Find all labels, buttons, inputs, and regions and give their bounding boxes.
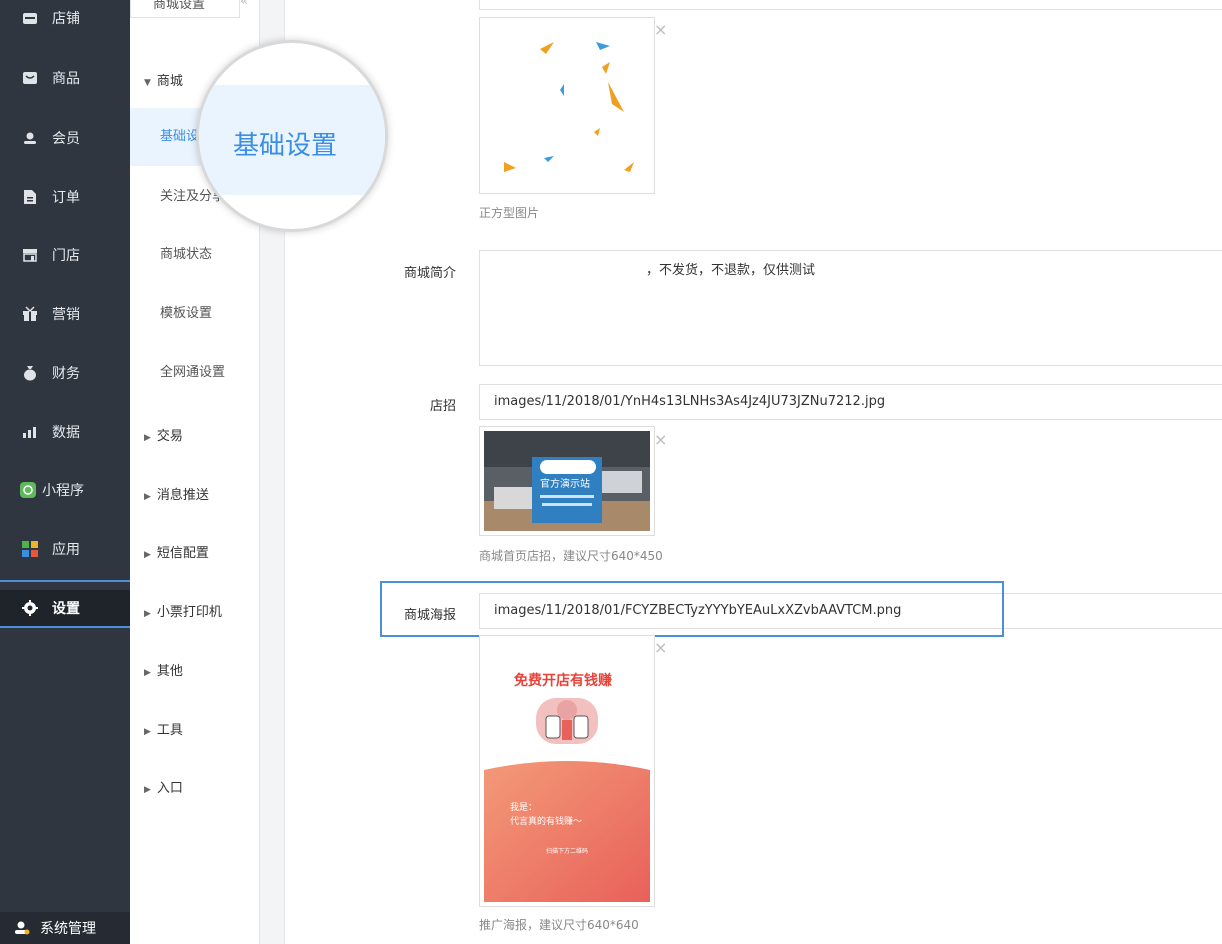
caret-right-icon: ▶ <box>144 785 151 795</box>
poster-text-2: 代言真的有钱赚～ <box>510 817 583 827</box>
nav-item-store[interactable]: 店铺 <box>0 0 130 36</box>
intro-textarea[interactable]: ，不发货，不退款，仅供测试 <box>479 250 1222 366</box>
intro-value: ，不发货，不退款，仅供测试 <box>646 263 816 278</box>
system-manage-label: 系统管理 <box>40 921 96 937</box>
nav-item-miniprogram[interactable]: 小程序 <box>0 472 130 508</box>
logo-hint: 正方型图片 <box>479 206 540 220</box>
nav-label: 数据 <box>52 425 80 441</box>
sign-label: 店招 <box>429 399 456 414</box>
subnav-group-other[interactable]: ▶ 其他 <box>144 660 183 679</box>
gift-icon <box>22 306 38 322</box>
caret-right-icon: ▶ <box>144 433 151 443</box>
order-icon <box>22 189 38 205</box>
nav-item-apps[interactable]: 应用 <box>0 531 130 567</box>
nav-label: 应用 <box>52 542 80 558</box>
nav-item-member[interactable]: 会员 <box>0 120 130 156</box>
poster-thumbnail: 免费开店有钱赚 我是： 代言真的有钱赚～ 扫描下方二维码 <box>479 635 655 907</box>
nav-label: 商品 <box>52 71 80 87</box>
system-manage-button[interactable]: 系统管理 <box>0 912 130 944</box>
poster-text-1: 我是： <box>510 803 538 813</box>
subnav-group-entry[interactable]: ▶ 入口 <box>144 777 183 796</box>
caret-right-icon: ▶ <box>144 727 151 737</box>
nav-label: 门店 <box>52 248 80 264</box>
subnav-item-omni[interactable]: 全网通设置 <box>130 344 259 402</box>
store-icon <box>22 10 38 26</box>
sign-hint: 商城首页店招，建议尺寸640*450 <box>479 549 663 563</box>
nav-label: 营销 <box>52 307 80 323</box>
nav-label: 财务 <box>52 366 80 382</box>
collapse-icon[interactable]: « <box>240 0 248 9</box>
caret-right-icon: ▶ <box>144 550 151 560</box>
shop-icon <box>22 247 38 263</box>
nav-item-order[interactable]: 订单 <box>0 179 130 215</box>
remove-sign-icon[interactable]: × <box>654 430 667 449</box>
nav-label: 会员 <box>52 131 80 147</box>
remove-logo-icon[interactable]: × <box>654 20 667 39</box>
remove-poster-icon[interactable]: × <box>654 638 667 657</box>
chart-icon <box>22 424 38 440</box>
caret-right-icon: ▶ <box>144 609 151 619</box>
nav-label: 店铺 <box>52 11 80 27</box>
caret-down-icon: ▼ <box>144 78 151 88</box>
money-bag-icon <box>22 365 38 381</box>
nav-label: 小程序 <box>42 483 84 499</box>
subnav-group-trade[interactable]: ▶ 交易 <box>144 425 183 444</box>
nav-item-data[interactable]: 数据 <box>0 414 130 450</box>
goods-icon <box>22 70 38 86</box>
subnav-item-template[interactable]: 模板设置 <box>130 285 259 343</box>
nav-item-shop[interactable]: 门店 <box>0 237 130 273</box>
sign-thumbnail: 官方演示站 <box>479 426 655 536</box>
subnav-group-push[interactable]: ▶ 消息推送 <box>144 484 209 503</box>
nav-label: 订单 <box>52 190 80 206</box>
miniprogram-icon <box>20 482 36 498</box>
poster-title: 免费开店有钱赚 <box>514 673 612 689</box>
member-icon <box>22 130 38 146</box>
sign-path-input[interactable]: images/11/2018/01/YnH4s13LNHs3As4Jz4JU73… <box>479 384 1222 420</box>
poster-hint: 推广海报，建议尺寸640*640 <box>479 918 639 932</box>
caret-right-icon: ▶ <box>144 492 151 502</box>
subnav-group-printer[interactable]: ▶ 小票打印机 <box>144 601 222 620</box>
main-form: × 正方型图片 商城简介 ，不发货，不退款，仅供测试 店招 images/11/… <box>286 0 1222 944</box>
logo-path-input[interactable] <box>479 0 1222 10</box>
poster-text-3: 扫描下方二维码 <box>546 848 589 855</box>
sign-image-text: 官方演示站 <box>540 479 590 490</box>
nav-item-marketing[interactable]: 营销 <box>0 296 130 332</box>
main-sidebar: 店铺 商品 会员 订单 门店 营销 财务 数据 小程序 应用 设置 系统管理 <box>0 0 136 944</box>
admin-user-icon <box>14 920 30 936</box>
subnav-group-mall[interactable]: ▼ 商城 <box>144 70 183 89</box>
intro-label: 商城简介 <box>403 266 456 281</box>
logo-thumbnail <box>479 17 655 194</box>
subnav-header: 商城设置 <box>130 0 240 18</box>
subnav-group-sms[interactable]: ▶ 短信配置 <box>144 542 209 561</box>
settings-highlight-box <box>0 580 136 628</box>
logo-image <box>504 42 634 172</box>
poster-highlight-box <box>380 581 1004 637</box>
caret-right-icon: ▶ <box>144 668 151 678</box>
nav-item-finance[interactable]: 财务 <box>0 355 130 391</box>
apps-icon <box>22 541 38 557</box>
subnav-group-tools[interactable]: ▶ 工具 <box>144 719 183 738</box>
nav-item-goods[interactable]: 商品 <box>0 60 130 96</box>
subnav-item-mall-status[interactable]: 商城状态 <box>130 226 259 284</box>
